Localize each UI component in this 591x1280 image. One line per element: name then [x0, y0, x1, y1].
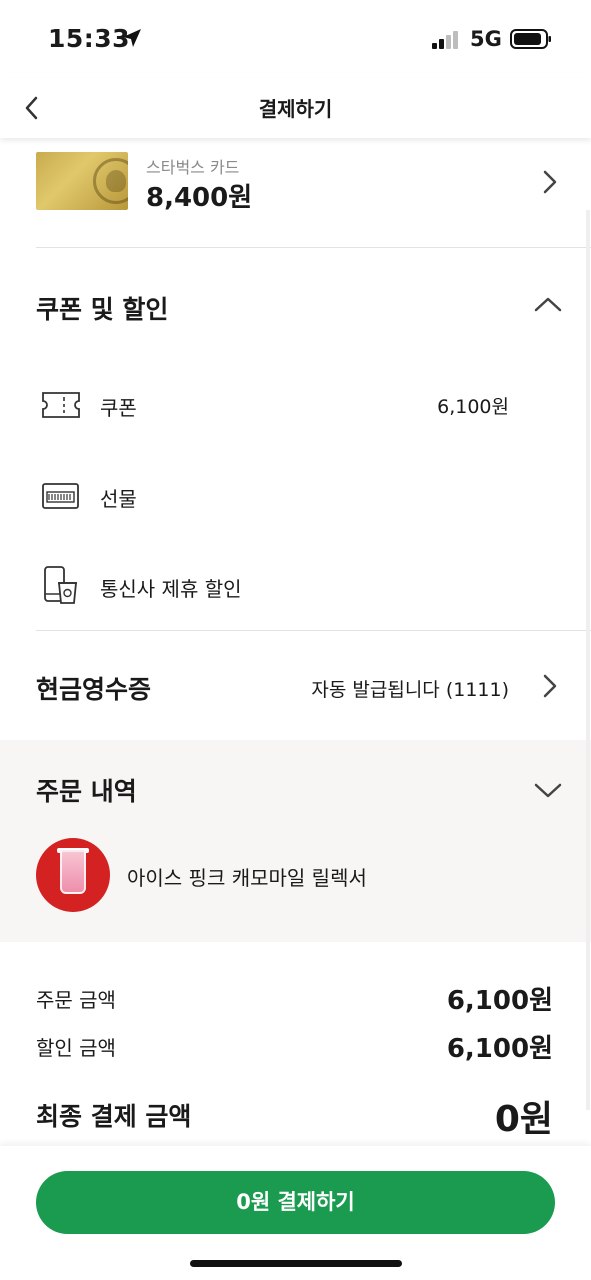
- coupon-row[interactable]: 쿠폰 6,100원: [0, 384, 591, 434]
- chevron-down-icon[interactable]: [532, 780, 564, 800]
- cash-receipt-title: 현금영수증: [36, 675, 152, 704]
- order-amount-value: 6,100원: [446, 986, 553, 1016]
- divider: [36, 630, 591, 631]
- carrier-discount-row[interactable]: 통신사 제휴 할인: [0, 565, 591, 615]
- status-bar: 15:33 5G: [0, 0, 591, 78]
- scrollbar[interactable]: [586, 210, 590, 1110]
- signal-icon: [432, 30, 462, 54]
- gift-card-icon: [40, 475, 82, 517]
- order-history-title: 주문 내역: [36, 777, 137, 806]
- location-arrow-icon: [121, 27, 143, 53]
- pay-button[interactable]: 0원 결제하기: [36, 1171, 555, 1234]
- final-amount-label: 최종 결제 금액: [36, 1102, 192, 1131]
- home-indicator[interactable]: [190, 1260, 402, 1267]
- gift-label: 선물: [100, 487, 137, 511]
- gift-row[interactable]: 선물: [0, 475, 591, 525]
- chevron-up-icon[interactable]: [532, 294, 564, 314]
- header: 결제하기: [0, 78, 591, 138]
- coupon-value: 6,100원: [437, 396, 509, 418]
- carrier-discount-label: 통신사 제휴 할인: [100, 577, 242, 601]
- order-item-name: 아이스 핑크 캐모마일 릴렉서: [127, 866, 367, 890]
- chevron-right-icon[interactable]: [538, 672, 562, 700]
- discount-amount-label: 할인 금액: [36, 1036, 116, 1060]
- order-history-section: 주문 내역 아이스 핑크 캐모마일 릴렉서: [0, 740, 591, 942]
- discount-amount-value: 6,100원: [446, 1034, 553, 1064]
- coupon-section-title: 쿠폰 및 할인: [36, 295, 169, 324]
- network-type: 5G: [470, 27, 502, 51]
- drink-thumbnail: [36, 838, 110, 912]
- status-time: 15:33: [48, 24, 131, 53]
- phone-cup-icon: [40, 565, 82, 607]
- card-name: 스타벅스 카드: [146, 158, 240, 177]
- order-amount-label: 주문 금액: [36, 988, 116, 1012]
- ticket-icon: [40, 384, 82, 426]
- cash-receipt-value[interactable]: 자동 발급됩니다 (1111): [311, 675, 509, 702]
- final-amount-value: 0원: [494, 1099, 553, 1140]
- payment-card-row[interactable]: 스타벅스 카드 8,400원: [0, 140, 591, 248]
- bottom-bar: 0원 결제하기: [0, 1146, 591, 1280]
- coupon-label: 쿠폰: [100, 396, 137, 420]
- chevron-right-icon[interactable]: [538, 168, 562, 196]
- battery-icon: [510, 29, 552, 53]
- divider: [36, 247, 591, 248]
- page-title: 결제하기: [258, 97, 333, 121]
- card-balance: 8,400원: [146, 183, 253, 213]
- starbucks-card-image: [36, 152, 128, 210]
